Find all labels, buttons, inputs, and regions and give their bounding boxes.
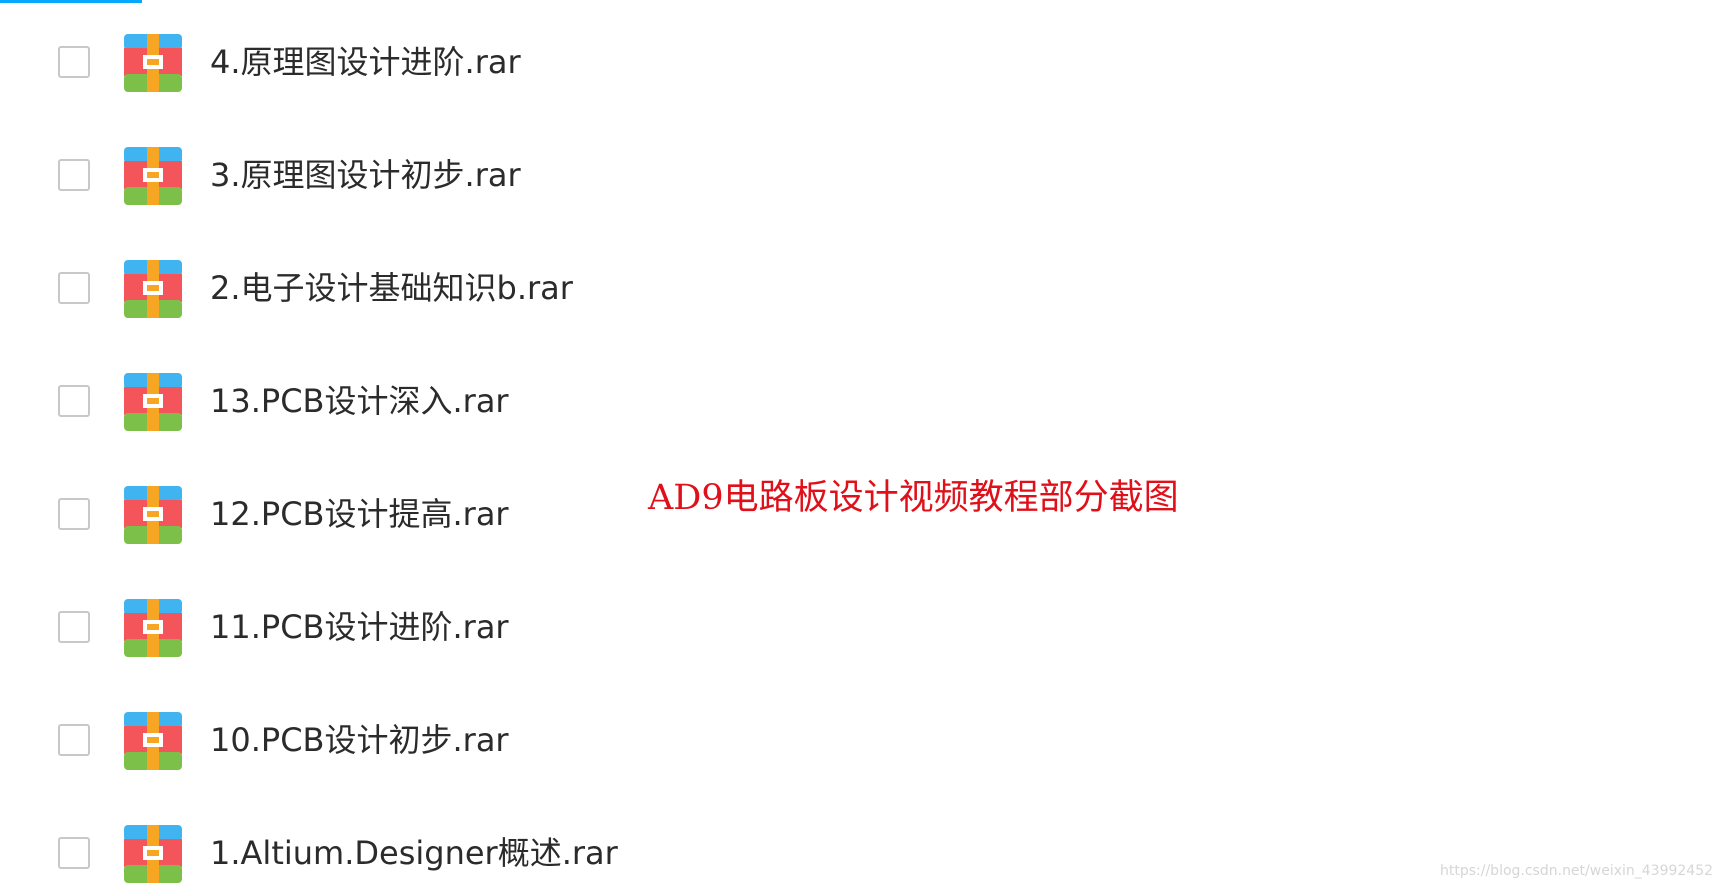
file-row[interactable]: 11.PCB设计进阶.rar bbox=[0, 593, 720, 667]
rar-archive-icon bbox=[124, 825, 182, 883]
file-checkbox[interactable] bbox=[58, 385, 90, 417]
rar-archive-icon bbox=[124, 260, 182, 318]
file-name[interactable]: 13.PCB设计深入.rar bbox=[210, 381, 509, 421]
file-list: 4.原理图设计进阶.rar 3.原理图设计初步.rar 2.电子设计基础知识b.… bbox=[0, 0, 1714, 887]
file-row[interactable]: 2.电子设计基础知识b.rar bbox=[0, 254, 720, 328]
file-name[interactable]: 2.电子设计基础知识b.rar bbox=[210, 268, 573, 308]
file-checkbox[interactable] bbox=[58, 159, 90, 191]
rar-archive-icon bbox=[124, 147, 182, 205]
file-checkbox[interactable] bbox=[58, 611, 90, 643]
screenshot-caption: AD9电路板设计视频教程部分截图 bbox=[648, 478, 1179, 518]
file-checkbox[interactable] bbox=[58, 272, 90, 304]
file-row[interactable]: 3.原理图设计初步.rar bbox=[0, 141, 720, 215]
file-row[interactable]: 4.原理图设计进阶.rar bbox=[0, 28, 720, 102]
rar-archive-icon bbox=[124, 599, 182, 657]
rar-archive-icon bbox=[124, 34, 182, 92]
file-row[interactable]: 12.PCB设计提高.rar bbox=[0, 480, 720, 554]
rar-archive-icon bbox=[124, 486, 182, 544]
file-name[interactable]: 3.原理图设计初步.rar bbox=[210, 155, 521, 195]
file-checkbox[interactable] bbox=[58, 724, 90, 756]
file-name[interactable]: 10.PCB设计初步.rar bbox=[210, 720, 509, 760]
file-checkbox[interactable] bbox=[58, 498, 90, 530]
file-row[interactable]: 1.Altium.Designer概述.rar bbox=[0, 819, 720, 887]
file-name[interactable]: 11.PCB设计进阶.rar bbox=[210, 607, 509, 647]
file-name[interactable]: 12.PCB设计提高.rar bbox=[210, 494, 509, 534]
file-checkbox[interactable] bbox=[58, 46, 90, 78]
file-row[interactable]: 10.PCB设计初步.rar bbox=[0, 706, 720, 780]
file-row[interactable]: 13.PCB设计深入.rar bbox=[0, 367, 720, 441]
file-checkbox[interactable] bbox=[58, 837, 90, 869]
file-name[interactable]: 1.Altium.Designer概述.rar bbox=[210, 833, 618, 873]
file-name[interactable]: 4.原理图设计进阶.rar bbox=[210, 42, 521, 82]
blog-watermark: https://blog.csdn.net/weixin_43992452 bbox=[1440, 863, 1714, 879]
rar-archive-icon bbox=[124, 373, 182, 431]
file-browser-page: 4.原理图设计进阶.rar 3.原理图设计初步.rar 2.电子设计基础知识b.… bbox=[0, 0, 1714, 887]
rar-archive-icon bbox=[124, 712, 182, 770]
